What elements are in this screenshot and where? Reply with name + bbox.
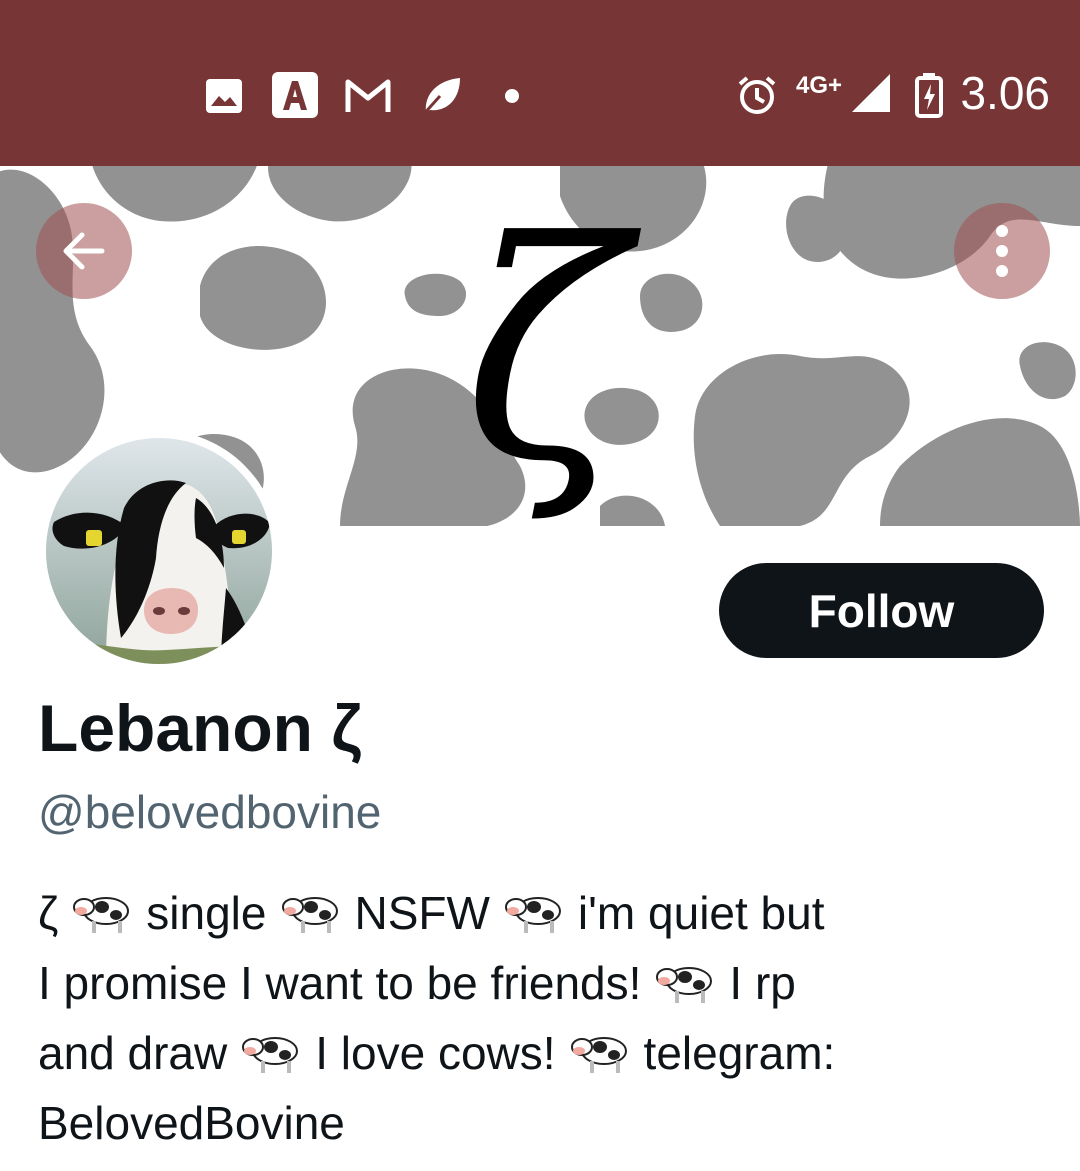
cow-emoji-icon [656, 967, 713, 1003]
cow-emoji-icon [73, 897, 130, 933]
bio-text: NSFW [354, 887, 490, 939]
bio-line: I promise I want to be friends! I rp [38, 948, 1048, 1018]
bio-text: ζ [38, 887, 59, 939]
bio-line: and draw I love cows! telegram: [38, 1018, 1048, 1088]
bio-text: telegram: [643, 1027, 836, 1079]
bio-line: ζ single NSFW i'm quiet but [38, 878, 1048, 948]
user-handle: @belovedbovine [38, 786, 382, 838]
cow-emoji-icon [242, 1037, 299, 1073]
bio-text: I love cows! [315, 1027, 556, 1079]
display-name: Lebanon ζ [38, 691, 362, 765]
follow-button[interactable]: Follow [719, 563, 1044, 658]
battery-icon [914, 72, 944, 118]
profile-bio: ζ single NSFW i'm quiet but I promise I … [38, 878, 1048, 1158]
network-type: 4G+ [796, 72, 843, 99]
avatar[interactable] [38, 430, 280, 672]
gallery-icon [205, 78, 243, 114]
app-a-icon [272, 72, 318, 118]
status-bar: 4G+ 3.06 [0, 0, 1080, 166]
bio-text: I promise I want to be friends! [38, 957, 642, 1009]
cow-emoji-icon [281, 897, 338, 933]
bio-text: BelovedBovine [38, 1097, 345, 1149]
signal-icon [850, 72, 892, 114]
bio-line: BelovedBovine [38, 1088, 1048, 1158]
more-options-button[interactable] [954, 203, 1050, 299]
alarm-icon [736, 74, 778, 116]
back-button[interactable] [36, 203, 132, 299]
bio-text: I rp [729, 957, 796, 1009]
arrow-left-icon [63, 232, 105, 270]
leaf-icon [418, 72, 464, 118]
gmail-icon [344, 76, 392, 116]
bio-text: single [146, 887, 267, 939]
cow-avatar-image [46, 438, 272, 664]
more-vertical-icon [996, 225, 1008, 277]
clock-time: 3.06 [960, 67, 1050, 119]
bio-text: and draw [38, 1027, 228, 1079]
bio-text: i'm quiet but [577, 887, 825, 939]
dot-icon [504, 88, 520, 104]
banner-zeta: ζ [464, 178, 642, 526]
cow-emoji-icon [504, 897, 561, 933]
cow-emoji-icon [570, 1037, 627, 1073]
